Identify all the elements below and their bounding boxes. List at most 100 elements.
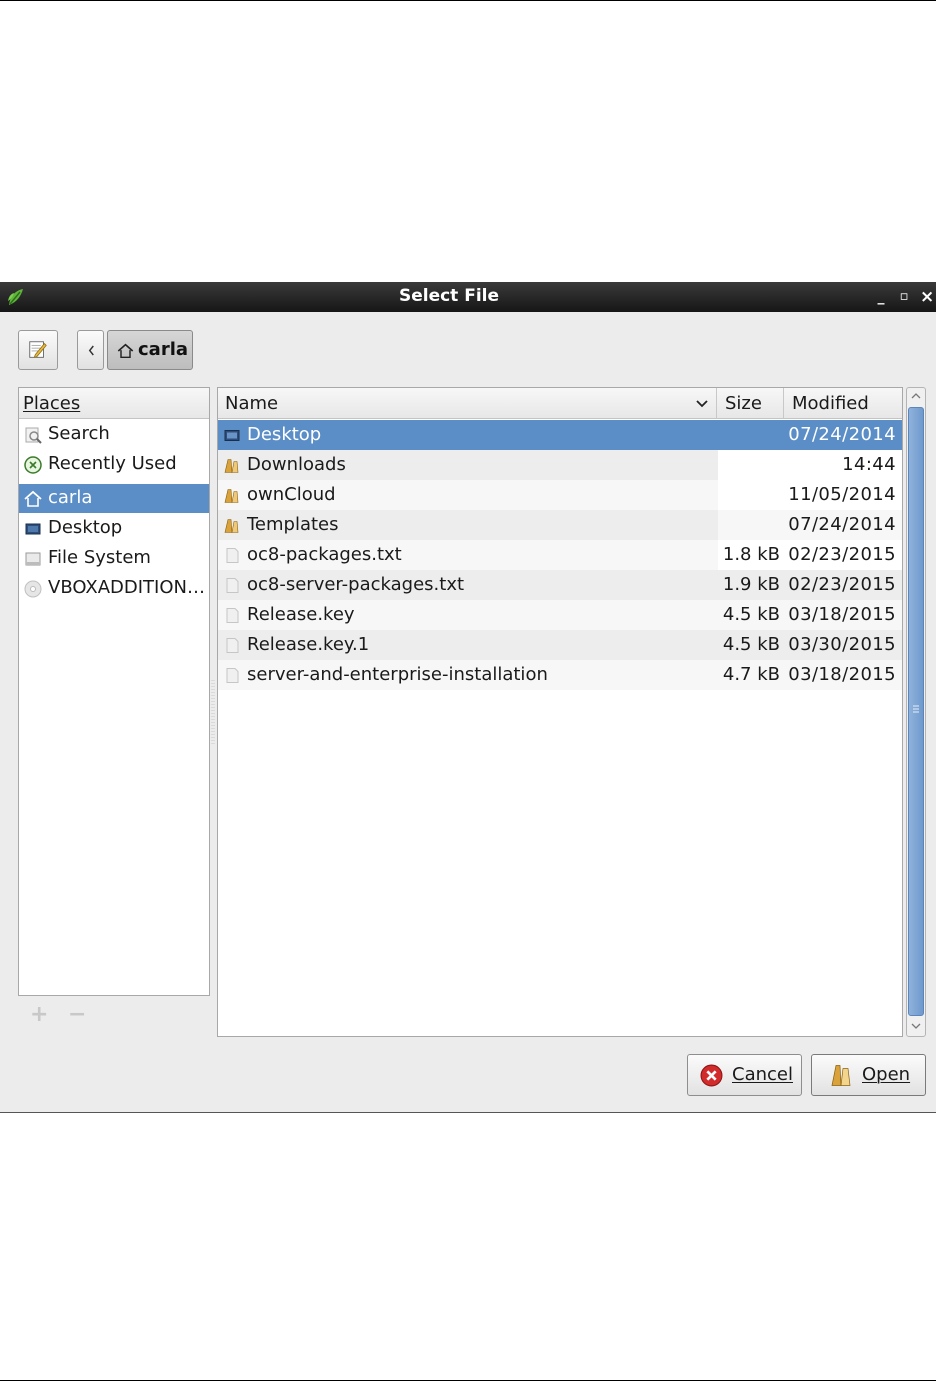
page-bottom-rule	[0, 1380, 936, 1381]
column-header-name[interactable]: Name	[218, 388, 717, 419]
file-name: Templates	[247, 514, 339, 535]
file-icon	[226, 638, 239, 653]
add-bookmark-button[interactable]: +	[30, 1004, 48, 1026]
cancel-button[interactable]: Cancel	[687, 1054, 802, 1096]
place-label: VBOXADDITION…	[48, 577, 205, 598]
file-icon	[226, 608, 239, 623]
sort-descending-icon	[696, 400, 708, 408]
places-footer: + −	[18, 996, 210, 1034]
column-header-name-label: Name	[225, 393, 279, 414]
window-title: Select File	[398, 286, 500, 306]
place-label: Search	[48, 423, 110, 444]
file-modified: 14:44	[842, 454, 896, 475]
open-button-label: Open	[862, 1064, 911, 1085]
file-modified: 11/05/2014	[788, 484, 896, 505]
file-row-desktop[interactable]: Desktop 07/24/2014	[218, 420, 902, 450]
column-header-modified[interactable]: Modified	[784, 388, 902, 419]
place-item-recently-used[interactable]: Recently Used	[19, 450, 209, 479]
place-item-search[interactable]: Search	[19, 420, 209, 449]
file-modified: 03/30/2015	[788, 634, 896, 655]
pane-splitter-handle[interactable]	[210, 680, 216, 744]
back-button[interactable]	[77, 330, 104, 370]
place-item-carla[interactable]: carla	[19, 484, 209, 513]
grip-icon	[913, 705, 919, 713]
remove-bookmark-button[interactable]: −	[68, 1004, 86, 1026]
file-row-owncloud[interactable]: ownCloud 11/05/2014	[218, 480, 902, 510]
file-size: 4.5 kB	[722, 604, 780, 625]
open-button[interactable]: Open	[811, 1054, 926, 1096]
home-icon	[24, 490, 42, 507]
file-modified: 02/23/2015	[788, 574, 896, 595]
column-header-size[interactable]: Size	[717, 388, 784, 419]
file-name: Release.key	[247, 604, 355, 625]
file-name: oc8-packages.txt	[247, 544, 402, 565]
file-row-release-key-1[interactable]: Release.key.1 4.5 kB 03/30/2015	[218, 630, 902, 660]
file-size: 4.7 kB	[722, 664, 780, 685]
file-icon	[226, 668, 239, 683]
type-location-button[interactable]	[18, 330, 58, 370]
file-list-scrollbar[interactable]	[906, 387, 926, 1037]
maximize-button[interactable]: ▫	[897, 288, 911, 306]
file-name: Release.key.1	[247, 634, 370, 655]
file-name: server-and-enterprise-installation	[247, 664, 548, 685]
scrollbar-thumb[interactable]	[908, 407, 924, 1016]
file-modified: 03/18/2015	[788, 664, 896, 685]
places-sidebar: Places Search Recently Used carla Deskto…	[18, 387, 210, 996]
chevron-down-icon	[911, 1023, 921, 1029]
place-item-file-system[interactable]: File System	[19, 544, 209, 573]
place-item-desktop[interactable]: Desktop	[19, 514, 209, 543]
file-modified: 07/24/2014	[788, 424, 896, 445]
file-size: 1.9 kB	[722, 574, 780, 595]
places-header-label: Places	[23, 393, 81, 414]
file-name: Desktop	[247, 424, 322, 445]
desktop-icon	[25, 523, 41, 535]
chevron-left-icon	[88, 345, 94, 356]
scroll-up-arrow[interactable]	[906, 388, 926, 406]
select-file-dialog: Select File _ ▫ × carla Places Search Re…	[0, 282, 936, 1113]
place-label: Desktop	[48, 517, 123, 538]
recent-icon	[24, 456, 42, 474]
cancel-button-label: Cancel	[732, 1064, 793, 1085]
file-row-downloads[interactable]: Downloads 14:44	[218, 450, 902, 480]
place-label: File System	[48, 547, 151, 568]
file-modified: 03/18/2015	[788, 604, 896, 625]
breadcrumb-home-button[interactable]: carla	[107, 330, 193, 370]
folder-icon	[224, 519, 239, 533]
file-size: 1.8 kB	[722, 544, 780, 565]
disc-icon	[24, 580, 42, 598]
file-name: ownCloud	[247, 484, 336, 505]
home-icon	[117, 343, 134, 359]
page-top-rule	[0, 0, 936, 1]
file-row-release-key[interactable]: Release.key 4.5 kB 03/18/2015	[218, 600, 902, 630]
file-row-templates[interactable]: Templates 07/24/2014	[218, 510, 902, 540]
file-row-oc8-packages[interactable]: oc8-packages.txt 1.8 kB 02/23/2015	[218, 540, 902, 570]
minimize-button[interactable]: _	[874, 288, 888, 306]
file-name: Downloads	[247, 454, 346, 475]
desktop-icon	[224, 430, 240, 441]
file-row-server-and-enterprise-installation[interactable]: server-and-enterprise-installation 4.7 k…	[218, 660, 902, 690]
folder-icon	[224, 489, 239, 503]
file-modified: 02/23/2015	[788, 544, 896, 565]
close-button[interactable]: ×	[920, 288, 934, 306]
file-list: Name Size Modified Desktop 07/24/2014 Do…	[217, 387, 903, 1037]
search-icon	[25, 427, 42, 444]
cancel-icon	[700, 1064, 723, 1087]
open-folder-icon	[831, 1065, 851, 1086]
drive-icon	[25, 552, 41, 566]
places-header[interactable]: Places	[19, 388, 209, 419]
column-header-size-label: Size	[725, 393, 762, 414]
place-label: Recently Used	[48, 453, 177, 474]
place-item-vboxadditions[interactable]: VBOXADDITION…	[19, 574, 209, 603]
file-icon	[226, 548, 239, 563]
place-label: carla	[48, 487, 93, 508]
column-header-modified-label: Modified	[792, 393, 869, 414]
file-name: oc8-server-packages.txt	[247, 574, 465, 595]
breadcrumb-label: carla	[138, 339, 189, 360]
file-size: 4.5 kB	[722, 634, 780, 655]
file-icon	[226, 578, 239, 593]
file-row-oc8-server-packages[interactable]: oc8-server-packages.txt 1.9 kB 02/23/201…	[218, 570, 902, 600]
folder-icon	[224, 459, 239, 473]
scroll-down-arrow[interactable]	[906, 1018, 926, 1036]
chevron-up-icon	[911, 393, 921, 399]
title-bar[interactable]: Select File _ ▫ ×	[0, 282, 936, 312]
